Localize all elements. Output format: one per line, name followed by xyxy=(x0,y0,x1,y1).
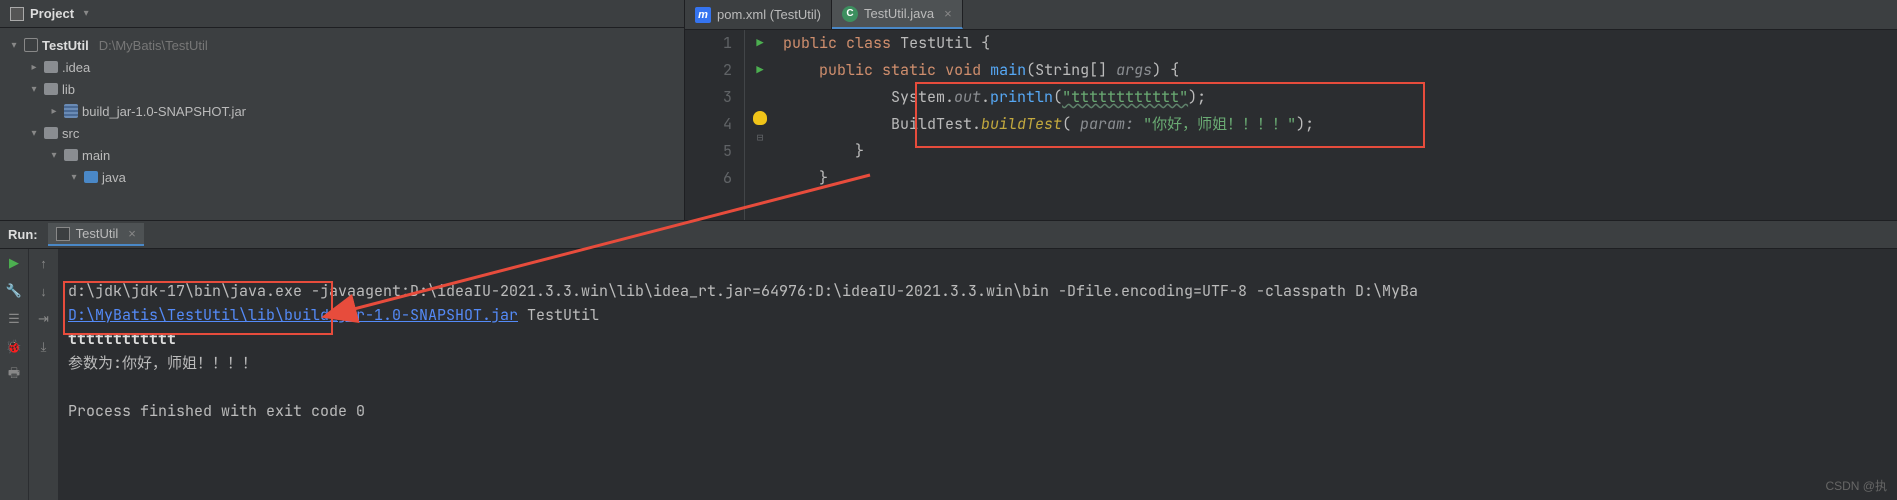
chevron-down-icon[interactable]: ▾ xyxy=(80,8,92,20)
node-label: src xyxy=(62,126,79,141)
tab-label: pom.xml (TestUtil) xyxy=(717,7,821,22)
console-output-line: tttttttttttt xyxy=(68,329,176,349)
folder-icon xyxy=(44,61,58,73)
line-number: 2 xyxy=(685,57,732,84)
chevron-right-icon[interactable]: ▸ xyxy=(28,61,40,73)
gutter-icons: ▶ ▶ ⊟ xyxy=(745,30,775,220)
project-tree: ▾ TestUtil D:\MyBatis\TestUtil ▸ .idea ▾… xyxy=(0,28,684,194)
scroll-end-icon[interactable]: ⤓ xyxy=(36,339,52,355)
intention-bulb-icon[interactable] xyxy=(753,111,767,125)
rerun-icon[interactable]: ▶ xyxy=(6,255,22,271)
node-label: lib xyxy=(62,82,75,97)
source-folder-icon xyxy=(84,171,98,183)
folder-icon xyxy=(44,127,58,139)
java-class-icon: C xyxy=(842,6,858,22)
tab-label: TestUtil.java xyxy=(864,6,934,21)
run-tab-label: TestUtil xyxy=(76,226,119,241)
line-number: 1 xyxy=(685,30,732,57)
folder-icon xyxy=(64,149,78,161)
run-header: Run: TestUtil × xyxy=(0,221,1897,249)
run-gutter-icon[interactable]: ▶ xyxy=(756,30,763,57)
print-icon[interactable]: 🖶 xyxy=(6,367,22,383)
line-number: 3 xyxy=(685,84,732,111)
line-number: 6 xyxy=(685,165,732,192)
code-content[interactable]: public class TestUtil { public static vo… xyxy=(775,30,1897,220)
line-number: 5 xyxy=(685,138,732,165)
module-icon xyxy=(24,38,38,52)
chevron-down-icon[interactable]: ▾ xyxy=(48,149,60,161)
chevron-down-icon[interactable]: ▾ xyxy=(28,83,40,95)
tree-node-src[interactable]: ▾ src xyxy=(0,122,684,144)
node-path: D:\MyBatis\TestUtil xyxy=(99,38,208,53)
chevron-down-icon[interactable]: ▾ xyxy=(8,39,20,51)
watermark: CSDN @执 xyxy=(1825,477,1887,494)
project-panel: Project ▾ ▾ TestUtil D:\MyBatis\TestUtil… xyxy=(0,0,685,220)
console-link[interactable]: D:\MyBatis\TestUtil\lib\build_jar-1.0-SN… xyxy=(68,305,518,325)
chevron-down-icon[interactable]: ▾ xyxy=(28,127,40,139)
node-label: main xyxy=(82,148,110,163)
tree-node-main[interactable]: ▾ main xyxy=(0,144,684,166)
fold-icon[interactable]: ⊟ xyxy=(757,125,764,152)
editor-tab-bar: m pom.xml (TestUtil) C TestUtil.java × xyxy=(685,0,1897,30)
bug-icon[interactable]: 🐞 xyxy=(6,339,22,355)
project-view-icon xyxy=(10,7,24,21)
run-gutter-icon[interactable]: ▶ xyxy=(756,57,763,84)
node-label: build_jar-1.0-SNAPSHOT.jar xyxy=(82,104,246,119)
tree-node-jar[interactable]: ▸ build_jar-1.0-SNAPSHOT.jar xyxy=(0,100,684,122)
project-header[interactable]: Project ▾ xyxy=(0,0,684,28)
console-output[interactable]: d:\jdk\jdk-17\bin\java.exe -javaagent:D:… xyxy=(58,249,1897,500)
soft-wrap-icon[interactable]: ⇥ xyxy=(36,311,52,327)
node-label: java xyxy=(102,170,126,185)
node-label: .idea xyxy=(62,60,90,75)
chevron-down-icon[interactable]: ▾ xyxy=(68,171,80,183)
run-toolbar-2: ↑ ↓ ⇥ ⤓ xyxy=(28,249,58,500)
run-config-tab[interactable]: TestUtil × xyxy=(48,223,144,246)
run-tool-window: Run: TestUtil × ▶ 🔧 ☰ 🐞 🖶 ↑ ↓ ⇥ ⤓ d:\jdk… xyxy=(0,220,1897,500)
close-icon[interactable]: × xyxy=(944,6,952,21)
up-arrow-icon[interactable]: ↑ xyxy=(36,255,52,271)
close-icon[interactable]: × xyxy=(128,226,136,241)
jar-icon xyxy=(64,104,78,118)
console-line: d:\jdk\jdk-17\bin\java.exe -javaagent:D:… xyxy=(68,281,1418,301)
wrench-icon[interactable]: 🔧 xyxy=(6,283,22,299)
tab-testutil[interactable]: C TestUtil.java × xyxy=(832,0,963,29)
layout-icon[interactable]: ☰ xyxy=(6,311,22,327)
chevron-right-icon[interactable]: ▸ xyxy=(48,105,60,117)
console-exit-line: Process finished with exit code 0 xyxy=(68,401,365,421)
node-label: TestUtil xyxy=(42,38,89,53)
line-number: 4 xyxy=(685,111,732,138)
run-config-icon xyxy=(56,227,70,241)
console-text: TestUtil xyxy=(518,305,599,325)
down-arrow-icon[interactable]: ↓ xyxy=(36,283,52,299)
tree-node-idea[interactable]: ▸ .idea xyxy=(0,56,684,78)
folder-icon xyxy=(44,83,58,95)
run-label: Run: xyxy=(8,227,38,242)
run-toolbar-1: ▶ 🔧 ☰ 🐞 🖶 xyxy=(0,249,28,500)
tab-pom[interactable]: m pom.xml (TestUtil) xyxy=(685,0,832,29)
project-title: Project xyxy=(30,6,74,21)
tree-root[interactable]: ▾ TestUtil D:\MyBatis\TestUtil xyxy=(0,34,684,56)
code-editor[interactable]: 1 2 3 4 5 6 ▶ ▶ ⊟ public class TestUtil … xyxy=(685,30,1897,220)
line-number-gutter: 1 2 3 4 5 6 xyxy=(685,30,745,220)
tree-node-lib[interactable]: ▾ lib xyxy=(0,78,684,100)
tree-node-java[interactable]: ▾ java xyxy=(0,166,684,188)
maven-icon: m xyxy=(695,7,711,23)
editor-area: m pom.xml (TestUtil) C TestUtil.java × 1… xyxy=(685,0,1897,220)
console-output-line: 参数为:你好，师姐！！！！ xyxy=(68,353,257,373)
